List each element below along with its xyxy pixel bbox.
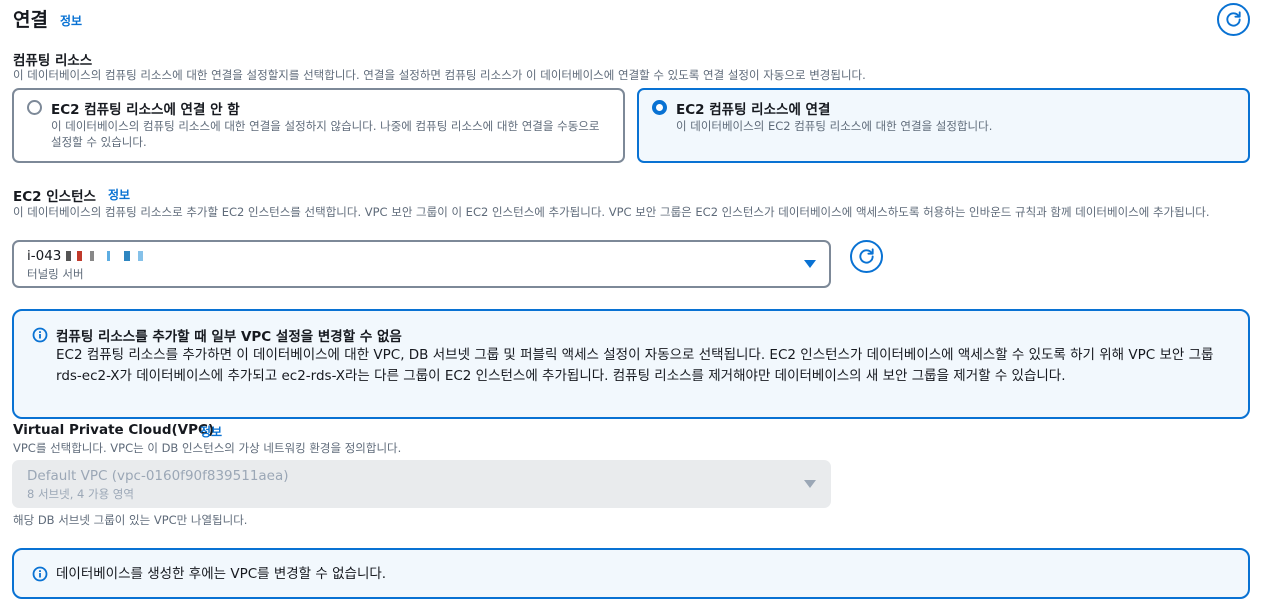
vpc-select: Default VPC (vpc-0160f90f839511aea) 8 서브… bbox=[12, 460, 831, 508]
vpc-settings-alert: 컴퓨팅 리소스를 추가할 때 일부 VPC 설정을 변경할 수 없음 EC2 컴… bbox=[12, 309, 1250, 419]
vpc-label: Virtual Private Cloud(VPC) bbox=[13, 422, 215, 438]
vpc-immutable-alert: 데이터베이스를 생성한 후에는 VPC를 변경할 수 없습니다. bbox=[12, 548, 1250, 599]
vpc-immutable-alert-body: 데이터베이스를 생성한 후에는 VPC를 변경할 수 없습니다. bbox=[56, 566, 387, 582]
option-no-connect[interactable]: EC2 컴퓨팅 리소스에 연결 안 함 이 데이터베이스의 컴퓨팅 리소스에 대… bbox=[12, 88, 625, 163]
section-title: 연결 bbox=[13, 9, 48, 31]
ec2-info-link[interactable]: 정보 bbox=[108, 186, 130, 203]
vpc-settings-alert-title: 컴퓨팅 리소스를 추가할 때 일부 VPC 설정을 변경할 수 없음 bbox=[56, 329, 402, 345]
vpc-info-link[interactable]: 정보 bbox=[200, 423, 222, 440]
ec2-instance-select[interactable]: i-043 터널링 서버 bbox=[12, 240, 831, 288]
refresh-icon bbox=[859, 248, 874, 264]
option-connect-ec2[interactable]: EC2 컴퓨팅 리소스에 연결 이 데이터베이스의 EC2 컴퓨팅 리소스에 대… bbox=[637, 88, 1250, 163]
ec2-instance-description: 이 데이터베이스의 컴퓨팅 리소스로 추가할 EC2 인스턴스를 선택합니다. … bbox=[13, 205, 1210, 219]
vpc-description: VPC를 선택합니다. VPC는 이 DB 인스턴스의 가상 네트워킹 환경을 … bbox=[13, 441, 402, 455]
ec2-instance-value: i-043 bbox=[27, 248, 144, 264]
option-no-connect-title: EC2 컴퓨팅 리소스에 연결 안 함 bbox=[51, 102, 240, 118]
vpc-settings-alert-body: EC2 컴퓨팅 리소스를 추가하면 이 데이터베이스에 대한 VPC, DB 서… bbox=[56, 347, 1214, 384]
info-circle-icon bbox=[32, 327, 48, 343]
section-info-link[interactable]: 정보 bbox=[60, 12, 82, 29]
vpc-subtext: 8 서브넷, 4 가용 영역 bbox=[27, 487, 134, 501]
vpc-value: Default VPC (vpc-0160f90f839511aea) bbox=[27, 468, 289, 484]
option-no-connect-description: 이 데이터베이스의 컴퓨팅 리소스에 대한 연결을 설정하지 않습니다. 나중에… bbox=[51, 119, 600, 149]
refresh-icon bbox=[1226, 11, 1241, 27]
vpc-hint: 해당 DB 서브넷 그룹이 있는 VPC만 나열됩니다. bbox=[13, 513, 248, 527]
radio-connect-ec2[interactable] bbox=[652, 100, 667, 115]
compute-resource-description: 이 데이터베이스의 컴퓨팅 리소스에 대한 연결을 설정할지를 선택합니다. 연… bbox=[13, 68, 866, 82]
ec2-instance-subtext: 터널링 서버 bbox=[27, 267, 84, 281]
redacted-instance-id bbox=[65, 248, 144, 264]
compute-resource-label: 컴퓨팅 리소스 bbox=[13, 53, 93, 69]
radio-no-connect[interactable] bbox=[27, 100, 42, 115]
option-connect-ec2-description: 이 데이터베이스의 EC2 컴퓨팅 리소스에 대한 연결을 설정합니다. bbox=[676, 119, 993, 133]
ec2-refresh-button[interactable] bbox=[850, 240, 883, 273]
refresh-button[interactable] bbox=[1217, 3, 1250, 36]
caret-down-icon bbox=[804, 260, 816, 268]
info-circle-icon bbox=[32, 566, 48, 582]
option-connect-ec2-title: EC2 컴퓨팅 리소스에 연결 bbox=[676, 102, 831, 118]
ec2-instance-label: EC2 인스턴스 bbox=[13, 189, 96, 205]
caret-down-icon bbox=[804, 480, 816, 488]
